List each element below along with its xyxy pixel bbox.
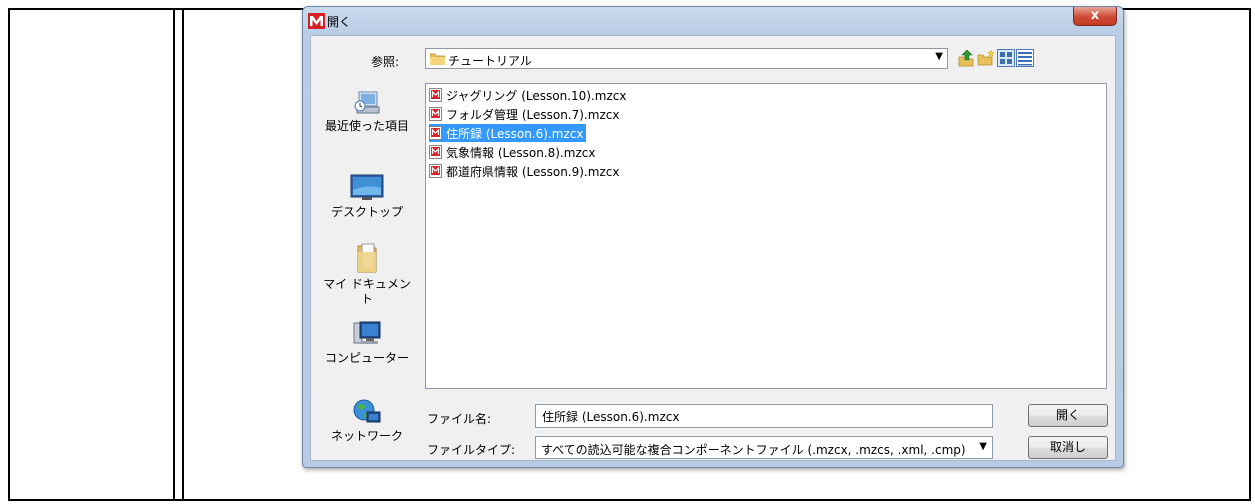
open-dialog: 開く x 参照: チュートリアル ▼ 最近使った項目 デスクトップ マイ ドキュ… (302, 6, 1124, 468)
file-item[interactable]: 都道府県情報 (Lesson.9).mzcx (429, 162, 622, 180)
sidebar-item-documents[interactable]: マイ ドキュメント (322, 242, 412, 307)
window-title: 開く (327, 15, 352, 29)
mzcx-file-icon (429, 145, 442, 159)
file-name: フォルダ管理 (Lesson.7).mzcx (446, 107, 620, 122)
close-icon: x (1090, 8, 1100, 23)
file-name: 気象情報 (Lesson.8).mzcx (446, 145, 596, 160)
mzcx-file-icon (429, 164, 442, 178)
filename-label: ファイル名: (427, 412, 492, 426)
file-item-selected[interactable]: 住所録 (Lesson.6).mzcx (429, 124, 587, 142)
app-logo-icon (308, 13, 325, 29)
filetype-value: すべての読込可能な複合コンポーネントファイル (.mzcx, .mzcs, .x… (541, 443, 966, 457)
table-column-divider (173, 10, 175, 499)
look-in-value: チュートリアル (448, 54, 532, 68)
file-name: 都道府県情報 (Lesson.9).mzcx (446, 164, 620, 179)
details-view-icon[interactable] (1016, 49, 1034, 67)
network-icon (353, 399, 381, 423)
file-item[interactable]: 気象情報 (Lesson.8).mzcx (429, 143, 598, 161)
folder-icon (430, 53, 445, 65)
sidebar-item-label: コンピューター (324, 351, 409, 365)
chevron-down-icon: ▼ (935, 51, 943, 62)
new-folder-icon[interactable] (977, 49, 995, 67)
dialog-client-area: 参照: チュートリアル ▼ 最近使った項目 デスクトップ マイ ドキュメント コ… (310, 35, 1116, 461)
chevron-down-icon: ▼ (979, 441, 987, 452)
file-name: 住所録 (Lesson.6).mzcx (446, 126, 584, 141)
sidebar-item-recent[interactable]: 最近使った項目 (322, 88, 412, 134)
filetype-combo[interactable]: すべての読込可能な複合コンポーネントファイル (.mzcx, .mzcs, .x… (535, 436, 993, 459)
sidebar-item-desktop[interactable]: デスクトップ (322, 174, 412, 220)
file-item[interactable]: フォルダ管理 (Lesson.7).mzcx (429, 105, 622, 123)
open-button[interactable]: 開く (1028, 404, 1108, 427)
file-name: ジャグリング (Lesson.10).mzcx (446, 88, 627, 103)
mzcx-file-icon (429, 126, 442, 140)
cancel-button[interactable]: 取消し (1028, 436, 1108, 459)
filename-input[interactable] (535, 404, 993, 428)
look-in-label: 参照: (371, 55, 400, 69)
mzcx-file-icon (429, 88, 442, 102)
title-bar[interactable]: 開く x (303, 7, 1123, 35)
up-folder-icon[interactable] (957, 49, 975, 67)
sidebar-item-computer[interactable]: コンピューター (322, 320, 412, 366)
places-sidebar: 最近使った項目 デスクトップ マイ ドキュメント コンピューター ネットワーク (322, 82, 412, 452)
file-list[interactable]: ジャグリング (Lesson.10).mzcx フォルダ管理 (Lesson.7… (425, 83, 1107, 389)
sidebar-item-network[interactable]: ネットワーク (322, 398, 412, 444)
close-button[interactable]: x (1073, 7, 1117, 26)
list-view-icon[interactable] (997, 49, 1015, 67)
sidebar-item-label: デスクトップ (330, 205, 403, 219)
look-in-combo[interactable]: チュートリアル ▼ (425, 48, 948, 69)
sidebar-item-label: マイ ドキュメント (323, 277, 411, 306)
computer-icon (353, 321, 381, 344)
sidebar-item-label: 最近使った項目 (324, 119, 409, 133)
sidebar-item-label: ネットワーク (330, 429, 403, 443)
filetype-label: ファイルタイプ: (427, 443, 516, 457)
desktop-icon (350, 174, 384, 200)
table-column-divider (182, 10, 184, 499)
mzcx-file-icon (429, 107, 442, 121)
documents-icon (357, 243, 377, 273)
file-item[interactable]: ジャグリング (Lesson.10).mzcx (429, 86, 629, 104)
recent-items-icon (354, 91, 380, 114)
